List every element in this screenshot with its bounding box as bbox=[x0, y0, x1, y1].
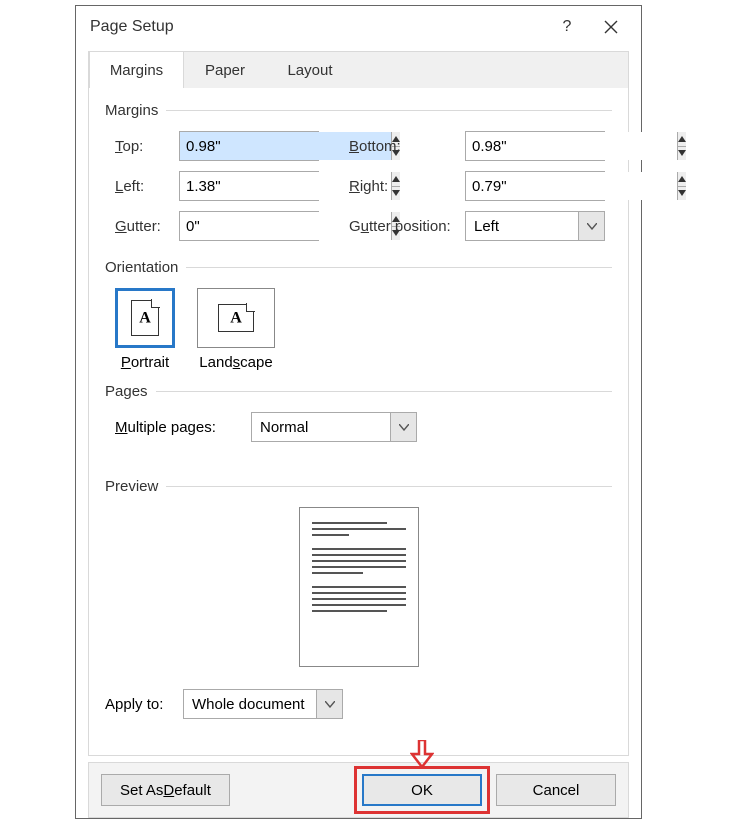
chevron-down-icon[interactable] bbox=[316, 690, 342, 718]
group-preview-label: Preview bbox=[105, 478, 158, 495]
apply-to-select[interactable]: Whole document bbox=[183, 689, 343, 719]
label-gutter: Gutter: bbox=[105, 218, 179, 235]
preview-page-icon bbox=[299, 507, 419, 667]
margin-right-field[interactable] bbox=[466, 172, 677, 200]
cancel-button[interactable]: Cancel bbox=[496, 774, 616, 806]
tab-paper[interactable]: Paper bbox=[184, 51, 266, 89]
label-apply-to: Apply to: bbox=[105, 696, 183, 713]
label-left: Left: bbox=[105, 178, 179, 195]
group-margins: Margins bbox=[105, 102, 612, 119]
group-orientation-label: Orientation bbox=[105, 259, 178, 276]
annotation-arrow-icon bbox=[410, 740, 434, 768]
gutter-position-select[interactable]: Left bbox=[465, 211, 605, 241]
group-margins-label: Margins bbox=[105, 102, 158, 119]
spin-up-icon[interactable] bbox=[678, 172, 686, 187]
spin-down-icon[interactable] bbox=[678, 147, 686, 161]
page-setup-dialog: Page Setup ? Margins Paper Layout Margin… bbox=[75, 5, 642, 819]
orientation-portrait[interactable]: A Portrait bbox=[115, 288, 175, 371]
group-orientation: Orientation bbox=[105, 259, 612, 276]
tab-margins[interactable]: Margins bbox=[89, 51, 184, 89]
multiple-pages-value: Normal bbox=[252, 413, 390, 441]
tab-panel-margins: Margins Top: Bottom: bbox=[88, 88, 629, 756]
dialog-footer: Set As Default OK Cancel bbox=[88, 762, 629, 818]
label-right: Right: bbox=[345, 178, 465, 195]
gutter-input[interactable] bbox=[179, 211, 319, 241]
dialog-title: Page Setup bbox=[90, 18, 174, 36]
group-pages-label: Pages bbox=[105, 383, 148, 400]
multiple-pages-select[interactable]: Normal bbox=[251, 412, 417, 442]
tab-layout[interactable]: Layout bbox=[266, 51, 354, 89]
margin-right-input[interactable] bbox=[465, 171, 605, 201]
apply-to-value: Whole document bbox=[184, 690, 316, 718]
spin-up-icon[interactable] bbox=[678, 132, 686, 147]
margin-bottom-field[interactable] bbox=[466, 132, 677, 160]
page-landscape-icon: A bbox=[218, 304, 254, 332]
titlebar: Page Setup ? bbox=[76, 6, 641, 48]
annotation-highlight bbox=[354, 766, 490, 814]
gutter-position-value: Left bbox=[466, 212, 578, 240]
chevron-down-icon[interactable] bbox=[578, 212, 604, 240]
margin-top-input[interactable] bbox=[179, 131, 319, 161]
chevron-down-icon[interactable] bbox=[390, 413, 416, 441]
label-multiple-pages: Multiple pages: bbox=[115, 419, 251, 436]
label-bottom: Bottom: bbox=[345, 138, 465, 155]
help-button[interactable]: ? bbox=[545, 6, 589, 48]
orientation-landscape[interactable]: A Landscape bbox=[197, 288, 275, 371]
margin-left-input[interactable] bbox=[179, 171, 319, 201]
label-gutter-position: Gutter position: bbox=[345, 218, 465, 235]
close-button[interactable] bbox=[589, 6, 633, 48]
margin-bottom-input[interactable] bbox=[465, 131, 605, 161]
spin-down-icon[interactable] bbox=[678, 187, 686, 201]
set-as-default-button[interactable]: Set As Default bbox=[101, 774, 230, 806]
tab-bar: Margins Paper Layout bbox=[88, 51, 629, 89]
page-portrait-icon: A bbox=[131, 300, 159, 336]
label-top: Top: bbox=[105, 138, 179, 155]
group-pages: Pages bbox=[105, 383, 612, 400]
group-preview: Preview bbox=[105, 478, 612, 495]
